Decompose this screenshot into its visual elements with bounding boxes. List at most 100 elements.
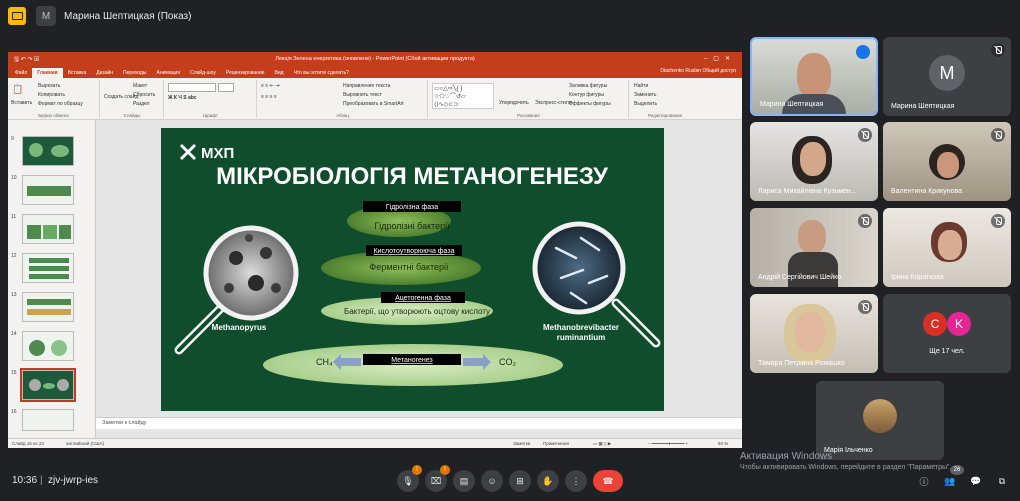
participant-tile[interactable]: Ірина Короткова bbox=[883, 208, 1011, 287]
slide-thumbnail[interactable] bbox=[22, 136, 74, 166]
notes-field[interactable]: Заметки к слайду bbox=[96, 417, 742, 429]
list-buttons[interactable]: ≡ ≡ ⇤ ⇥ bbox=[261, 83, 279, 89]
layout-button[interactable]: Макет bbox=[133, 83, 147, 89]
slide-thumbnail[interactable] bbox=[22, 409, 74, 431]
camera-button[interactable]: ⌧ ! bbox=[425, 465, 450, 492]
copy-button[interactable]: Копировать bbox=[38, 92, 65, 98]
raise-hand-button[interactable]: ✋ bbox=[537, 470, 559, 492]
slide-thumbnail[interactable] bbox=[22, 175, 74, 205]
participant-tile[interactable]: M Марина Шептицкая bbox=[883, 37, 1011, 116]
font-format-buttons[interactable]: Ж К Ч S abc bbox=[168, 95, 197, 101]
tab-slideshow[interactable]: Слайд-шоу bbox=[185, 68, 221, 78]
presenter-chip[interactable]: M Марина Шептицкая (Показ) bbox=[36, 5, 191, 27]
participant-tile[interactable]: Марина Шептицкая bbox=[750, 37, 878, 116]
format-painter-button[interactable]: Формат по образцу bbox=[38, 101, 83, 107]
muted-mic-icon bbox=[858, 128, 872, 142]
slide-thumbnail-selected[interactable] bbox=[20, 368, 76, 402]
activities-button[interactable]: ⧉ bbox=[991, 470, 1013, 492]
replace-button[interactable]: Заменить bbox=[634, 92, 656, 98]
font-family-select[interactable] bbox=[168, 83, 216, 92]
tab-home[interactable]: Главная bbox=[32, 68, 63, 78]
paste-button[interactable]: Вставить bbox=[11, 100, 32, 106]
chat-button[interactable]: 💬 bbox=[965, 470, 987, 492]
person-figure bbox=[797, 53, 831, 97]
presentation-icon[interactable] bbox=[8, 7, 26, 25]
ppt-window-title: Лекція Зелена енергетика (оновлене) - Po… bbox=[275, 56, 475, 62]
tab-animation[interactable]: Анимация bbox=[152, 68, 185, 78]
participant-tile[interactable]: Тамара Петрівна Ромашко bbox=[750, 294, 878, 373]
reset-button[interactable]: Сбросить bbox=[133, 92, 155, 98]
smartart-button[interactable]: Преобразовать в SmartArt bbox=[343, 101, 404, 107]
slide-thumbnail[interactable] bbox=[22, 292, 74, 322]
zoom-slider[interactable]: – ━━━━━━●━━━━━ + bbox=[648, 441, 688, 447]
shapes-gallery[interactable]: ▭○△⇨╲{ } ☆⬠♡⌒↺▱ ⟨⟩∿◇⊂⊃ bbox=[432, 83, 494, 109]
meet-top-bar: M Марина Шептицкая (Показ) bbox=[0, 0, 1020, 32]
thumb-number: 11 bbox=[11, 214, 17, 220]
align-text-button[interactable]: Выровнять текст bbox=[343, 92, 382, 98]
section-button[interactable]: Раздел bbox=[133, 101, 150, 107]
tab-file[interactable]: Файл bbox=[10, 68, 32, 78]
cut-button[interactable]: Вырезать bbox=[38, 83, 60, 89]
tab-review[interactable]: Рецензирование bbox=[221, 68, 270, 78]
meeting-time: 10:36 bbox=[12, 475, 38, 486]
quick-styles-button[interactable]: Экспресс-стили bbox=[535, 100, 572, 106]
font-size-select[interactable] bbox=[218, 83, 234, 92]
shape-outline-button[interactable]: Контур фигуры bbox=[569, 92, 604, 98]
window-controls[interactable]: –▢✕ bbox=[704, 55, 736, 62]
mic-warning-badge: ! bbox=[412, 465, 422, 475]
tab-view[interactable]: Вид bbox=[270, 68, 289, 78]
text-direction-button[interactable]: Направление текста bbox=[343, 83, 390, 89]
comments-toggle[interactable]: Примечания bbox=[543, 441, 569, 446]
participant-tile[interactable]: Марія Ільченко bbox=[816, 381, 944, 460]
more-participants-tile[interactable]: C K Ще 17 чел. bbox=[883, 294, 1011, 373]
microphone-icon: 🎙 bbox=[402, 475, 414, 486]
participant-name: Марина Шептицкая bbox=[891, 103, 955, 110]
participant-tile[interactable]: Лариса Михайлівна Кузьмен... bbox=[750, 122, 878, 201]
participant-tile[interactable]: Валентина Крикунова bbox=[883, 122, 1011, 201]
find-button[interactable]: Найти bbox=[634, 83, 648, 89]
tab-insert[interactable]: Вставка bbox=[63, 68, 92, 78]
left-organism-label: Methanopyrus bbox=[212, 323, 267, 332]
people-button[interactable]: 👥 26 bbox=[939, 465, 964, 492]
presenter-avatar: M bbox=[36, 6, 56, 26]
phase-1-bacteria: Гідролізні бактерії bbox=[374, 221, 450, 231]
people-icon: 👥 bbox=[944, 475, 956, 486]
meeting-details-button[interactable]: ⓘ bbox=[913, 470, 935, 492]
participant-tile[interactable]: Андрій Сергійович Шейко bbox=[750, 208, 878, 287]
notes-toggle[interactable]: Заметки bbox=[513, 441, 530, 446]
tell-me-search[interactable]: Что вы хотите сделать? bbox=[289, 68, 354, 78]
slide-thumbnail[interactable] bbox=[22, 331, 74, 361]
slide-thumbnail[interactable] bbox=[22, 214, 74, 244]
slide-logo-text: МХП bbox=[201, 145, 234, 162]
ppt-title-bar: 🖫 ↶ ↷ ▣ Лекція Зелена енергетика (оновле… bbox=[8, 52, 742, 66]
separator: | bbox=[40, 475, 43, 486]
share-button[interactable]: Общий доступ bbox=[702, 68, 736, 74]
tab-design[interactable]: Дизайн bbox=[91, 68, 118, 78]
present-button[interactable]: ⊞ bbox=[509, 470, 531, 492]
arrange-button[interactable]: Упорядочить bbox=[499, 100, 529, 106]
person-face bbox=[798, 220, 826, 254]
muted-mic-icon bbox=[858, 214, 872, 228]
reactions-button[interactable]: ☺ bbox=[481, 470, 503, 492]
leave-call-button[interactable]: ☎ bbox=[593, 470, 623, 492]
captions-button[interactable]: ▤ bbox=[453, 470, 475, 492]
slide-thumbnail[interactable] bbox=[22, 253, 74, 283]
align-buttons[interactable]: ≡ ≡ ≡ ≡ bbox=[261, 94, 277, 100]
language-indicator[interactable]: английский (США) bbox=[66, 441, 104, 446]
slides-label: Слайды bbox=[123, 113, 141, 118]
shape-effects-button[interactable]: Эффекты фигуры bbox=[569, 101, 611, 107]
tab-transitions[interactable]: Переходы bbox=[118, 68, 151, 78]
emoji-icon: ☺ bbox=[487, 476, 497, 486]
view-buttons[interactable]: ▭ ▦ ▯ ▶ bbox=[593, 441, 611, 447]
participant-name: Лариса Михайлівна Кузьмен... bbox=[758, 188, 857, 195]
thumb-number: 9 bbox=[11, 136, 14, 142]
shape-fill-button[interactable]: Заливка фигуры bbox=[569, 83, 607, 89]
quick-access-icons[interactable]: 🖫 ↶ ↷ ▣ bbox=[14, 55, 39, 65]
paste-icon[interactable]: 📋 bbox=[12, 84, 23, 95]
microphone-button[interactable]: 🎙 ! bbox=[397, 465, 422, 492]
more-options-button[interactable]: ⋮ bbox=[565, 470, 587, 492]
select-button[interactable]: Выделить bbox=[634, 101, 657, 107]
editing-group: Найти Заменить Выделить Редактирование bbox=[630, 80, 700, 118]
zoom-level[interactable]: 93 % bbox=[718, 441, 728, 446]
ppt-user-share[interactable]: Diachenko Ruslan Общий доступ bbox=[660, 68, 736, 74]
